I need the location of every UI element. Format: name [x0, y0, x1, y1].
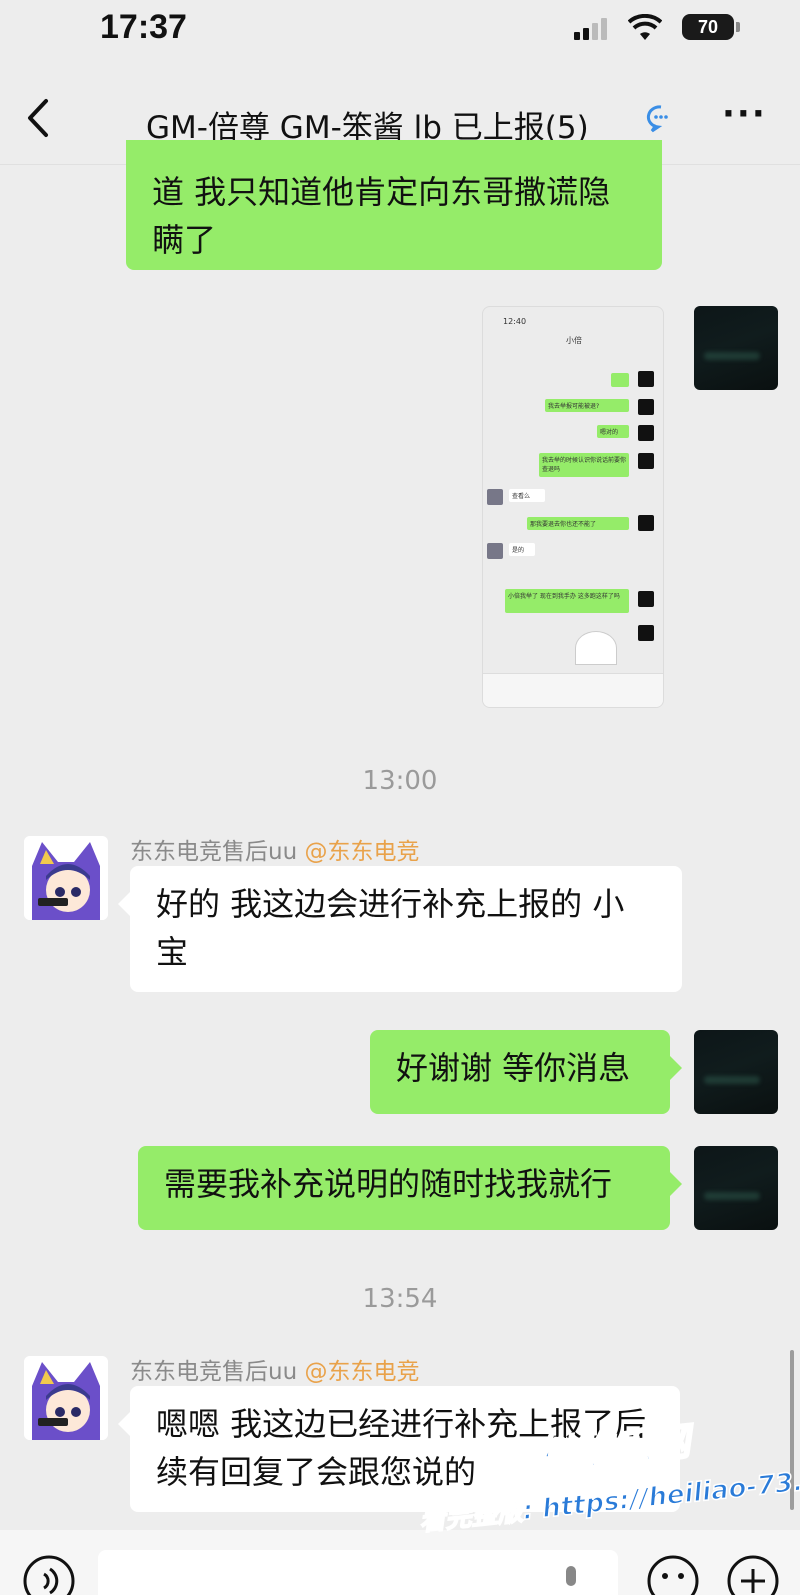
status-time: 17:37 — [100, 8, 187, 46]
message-text: 需要我补充说明的随时找我就行 — [164, 1165, 613, 1203]
back-arrow-icon[interactable] — [26, 98, 50, 138]
screenshot-bubble: 嗯对的 — [597, 425, 629, 438]
message-bubble-partial: 道 我只知道他肯定向东哥撒谎隐瞒了 — [126, 140, 662, 270]
screenshot-bubble: 那我要退去你也还不能了 — [527, 517, 629, 530]
sender-name-text: 东东电竞售后uu — [130, 839, 298, 865]
message-bubble-received: 好的 我这边会进行补充上报的 小宝 — [118, 866, 682, 992]
message-text: 道 我只知道他肯定向东哥撒谎隐瞒了 — [152, 173, 611, 259]
cat-hood-avatar-image — [24, 1356, 108, 1440]
timestamp: 13:00 — [362, 766, 438, 796]
sender-name-text: 东东电竞售后uu — [130, 1359, 298, 1385]
screenshot-avatar — [638, 425, 654, 441]
message-text: 好的 我这边会进行补充上报的 小宝 — [156, 885, 625, 971]
screenshot-avatar — [487, 489, 503, 505]
image-message-screenshot[interactable]: 12:40 小倍 我去举报可能被退? 嗯对的 我去举的时候认识你说话前要你查退吗… — [482, 306, 664, 708]
timestamp: 13:54 — [362, 1284, 438, 1314]
sender-name: 东东电竞售后uu @东东电竞 — [130, 832, 419, 866]
screenshot-bubble — [611, 373, 629, 387]
screenshot-chat-title: 小倍 — [566, 336, 582, 345]
message-text: 好谢谢 等你消息 — [396, 1049, 631, 1087]
message-bubble-sent: 好谢谢 等你消息 — [370, 1030, 682, 1114]
screenshot-avatar — [638, 371, 654, 387]
screenshot-bubble: 是的 — [509, 543, 535, 556]
cellular-signal-icon — [574, 18, 607, 40]
screenshot-avatar — [638, 453, 654, 469]
screenshot-bubble: 我去举报可能被退? — [545, 399, 629, 412]
my-avatar[interactable] — [694, 306, 778, 390]
screenshot-sticker — [575, 631, 617, 665]
voice-input-icon[interactable] — [22, 1554, 76, 1595]
mic-icon[interactable] — [562, 1566, 580, 1595]
chat-bubble-icon — [646, 105, 668, 133]
screenshot-avatar — [638, 591, 654, 607]
screenshot-input-bar — [483, 673, 663, 707]
sender-name: 东东电竞售后uu @东东电竞 — [130, 1352, 419, 1386]
input-bar — [0, 1530, 800, 1595]
screenshot-status-time: 12:40 — [503, 317, 527, 326]
my-avatar[interactable] — [694, 1146, 778, 1230]
sender-mention[interactable]: @东东电竞 — [304, 1359, 419, 1385]
screenshot-bubble: 小倍我举了 现在到我手办 这多跑这样了吗 — [505, 589, 629, 613]
status-bar: 17:37 70 — [0, 0, 800, 60]
message-bubble-sent: 需要我补充说明的随时找我就行 — [138, 1146, 682, 1230]
contact-avatar[interactable] — [24, 1356, 108, 1440]
cat-hood-avatar-image — [24, 836, 108, 920]
screenshot-bubble: 查看么 — [509, 489, 545, 502]
more-options-icon[interactable]: ··· — [722, 94, 767, 134]
screenshot-bubble: 我去举的时候认识你说话前要你查退吗 — [539, 453, 629, 477]
wifi-icon — [628, 14, 662, 40]
emoji-icon[interactable] — [646, 1554, 700, 1595]
sender-mention[interactable]: @东东电竞 — [304, 839, 419, 865]
plus-icon[interactable] — [726, 1554, 780, 1595]
battery-nub — [736, 22, 740, 32]
screenshot-avatar — [487, 543, 503, 559]
battery-icon: 70 — [682, 14, 734, 40]
screenshot-avatar — [638, 515, 654, 531]
screenshot-avatar — [638, 625, 654, 641]
my-avatar[interactable] — [694, 1030, 778, 1114]
contact-avatar[interactable] — [24, 836, 108, 920]
screenshot-avatar — [638, 399, 654, 415]
message-input[interactable] — [98, 1550, 618, 1595]
